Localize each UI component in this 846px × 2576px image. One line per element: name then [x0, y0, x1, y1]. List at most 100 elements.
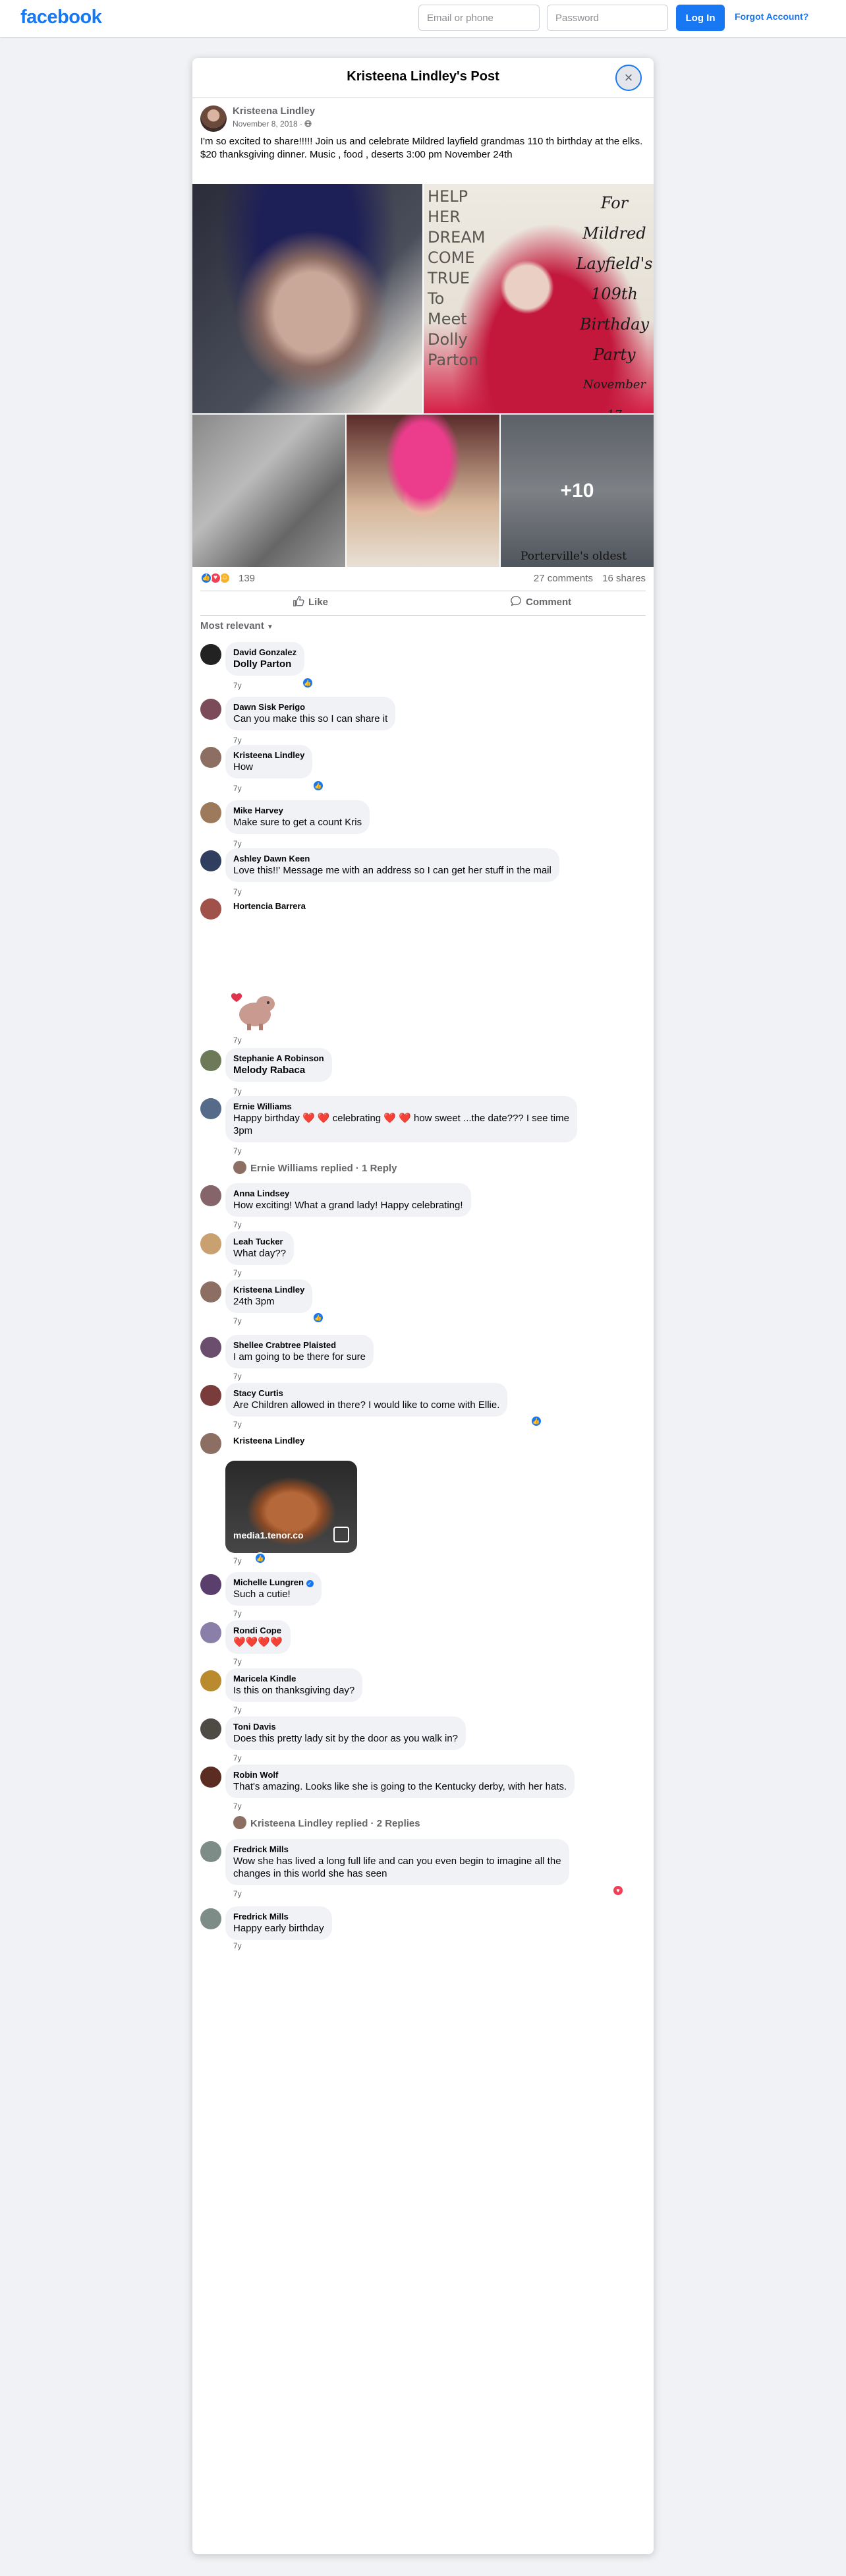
commenter-name[interactable]: Leah Tucker	[233, 1237, 286, 1247]
password-field[interactable]	[547, 5, 668, 31]
commenter-avatar[interactable]	[200, 1337, 221, 1358]
commenter-avatar[interactable]	[200, 644, 221, 665]
commenter-avatar[interactable]	[200, 1050, 221, 1071]
comment-time[interactable]: 7y	[233, 887, 242, 896]
commenter-name[interactable]: Rondi Cope	[233, 1625, 283, 1636]
tagged-name[interactable]: Dolly Parton	[233, 658, 296, 670]
commenter-name[interactable]: Kristeena Lindley	[233, 1285, 304, 1295]
view-replies-link[interactable]: Ernie Williams replied · 1 Reply	[233, 1161, 397, 1174]
commenter-name[interactable]: Anna Lindsey	[233, 1188, 463, 1199]
photo-text-line: For	[600, 194, 629, 212]
comment-time[interactable]: 7y	[233, 1801, 242, 1811]
comment-button[interactable]: Comment	[510, 595, 571, 608]
comment-time[interactable]: 7y	[233, 681, 242, 690]
comment-bubble: Ashley Dawn Keen Love this!!' Message me…	[225, 848, 559, 882]
commenter-avatar[interactable]	[200, 1908, 221, 1929]
comment-time[interactable]: 7y	[233, 1036, 242, 1045]
commenter-avatar[interactable]	[200, 1185, 221, 1206]
comment-time[interactable]: 7y	[233, 736, 242, 745]
commenter-avatar[interactable]	[200, 699, 221, 720]
comment-time[interactable]: 7y	[233, 1420, 242, 1429]
post-date[interactable]: November 8, 2018 ·	[233, 119, 312, 129]
comment-time[interactable]: 7y	[233, 1316, 242, 1326]
commenter-name[interactable]: Dawn Sisk Perigo	[233, 702, 387, 713]
commenter-avatar[interactable]	[200, 1233, 221, 1254]
email-field[interactable]	[418, 5, 540, 31]
comment-time[interactable]: 7y	[233, 1705, 242, 1714]
sticker-image[interactable]	[227, 985, 287, 1032]
commenter-name[interactable]: Maricela Kindle	[233, 1674, 354, 1684]
sort-dropdown[interactable]: Most relevant ▼	[200, 620, 273, 631]
like-button[interactable]: Like	[293, 595, 328, 608]
commenter-avatar[interactable]	[200, 1574, 221, 1595]
commenter-avatar[interactable]	[200, 802, 221, 823]
comment-bubble: Robin Wolf That's amazing. Looks like sh…	[225, 1765, 575, 1798]
login-button[interactable]: Log In	[676, 5, 725, 31]
comment-time[interactable]: 7y	[233, 1146, 242, 1156]
commenter-avatar[interactable]	[200, 1670, 221, 1691]
commenter-name[interactable]: David Gonzalez	[233, 647, 296, 658]
commenter-avatar[interactable]	[200, 1622, 221, 1643]
commenter-name[interactable]: Fredrick Mills	[233, 1912, 324, 1922]
comment-bubble: Maricela Kindle Is this on thanksgiving …	[225, 1668, 363, 1702]
commenter-name[interactable]: Kristeena Lindley	[233, 1436, 304, 1446]
comment-bubble: Leah Tucker What day??	[225, 1231, 295, 1265]
view-replies-link[interactable]: Kristeena Lindley replied · 2 Replies	[233, 1816, 420, 1829]
commenter-name[interactable]: Hortencia Barrera	[233, 901, 306, 912]
close-icon[interactable]: ×	[615, 65, 642, 91]
comments-count[interactable]: 27 comments	[534, 573, 593, 584]
share-icon[interactable]	[333, 1527, 349, 1542]
comment-text: Happy birthday ❤️ ❤️ celebrating ❤️ ❤️ h…	[233, 1113, 569, 1124]
comment-time[interactable]: 7y	[233, 1556, 242, 1566]
photo-1[interactable]	[192, 184, 422, 413]
comment-time[interactable]: 7y	[233, 839, 242, 848]
photo-5[interactable]: Porterville's oldest +10	[501, 415, 654, 567]
commenter-name[interactable]: Stephanie A Robinson	[233, 1053, 324, 1064]
forgot-account-link[interactable]: Forgot Account?	[735, 11, 808, 22]
commenter-avatar[interactable]	[200, 1718, 221, 1740]
comment-time[interactable]: 7y	[233, 784, 242, 793]
comment-time[interactable]: 7y	[233, 1657, 242, 1666]
commenter-avatar[interactable]	[200, 1841, 221, 1862]
shares-count[interactable]: 16 shares	[602, 573, 646, 584]
photo-4[interactable]	[347, 415, 499, 567]
comment-time[interactable]: 7y	[233, 1941, 242, 1950]
comment-time[interactable]: 7y	[233, 1268, 242, 1277]
author-avatar[interactable]	[200, 105, 227, 132]
commenter-avatar[interactable]	[200, 1767, 221, 1788]
commenter-name[interactable]: Mike Harvey	[233, 805, 362, 816]
commenter-name[interactable]: Stacy Curtis	[233, 1388, 499, 1399]
comment-time[interactable]: 7y	[233, 1372, 242, 1381]
commenter-name[interactable]: Kristeena Lindley	[233, 750, 304, 761]
comment-time[interactable]: 7y	[233, 1220, 242, 1229]
commenter-name[interactable]: Fredrick Mills	[233, 1844, 561, 1855]
commenter-avatar[interactable]	[200, 1385, 221, 1406]
commenter-avatar[interactable]	[200, 850, 221, 871]
commenter-name[interactable]: Ashley Dawn Keen	[233, 854, 551, 864]
photo-text-line: To	[428, 289, 445, 308]
commenter-avatar[interactable]	[200, 1281, 221, 1303]
more-photos-overlay[interactable]: +10	[501, 415, 654, 567]
commenter-name[interactable]: Michelle Lungren ✓	[233, 1577, 314, 1588]
post-date-text: November 8, 2018 ·	[233, 119, 305, 129]
comment-bubble: Mike Harvey Make sure to get a count Kri…	[225, 800, 370, 834]
commenter-avatar[interactable]	[200, 1098, 221, 1119]
facebook-logo[interactable]: facebook	[20, 7, 102, 28]
comment-time[interactable]: 7y	[233, 1087, 242, 1096]
comment-time[interactable]: 7y	[233, 1889, 242, 1898]
comment-bubble: Toni Davis Does this pretty lady sit by …	[225, 1716, 466, 1750]
commenter-avatar[interactable]	[200, 898, 221, 920]
commenter-name[interactable]: Robin Wolf	[233, 1770, 567, 1780]
commenter-avatar[interactable]	[200, 747, 221, 768]
comment-time[interactable]: 7y	[233, 1753, 242, 1763]
commenter-name[interactable]: Toni Davis	[233, 1722, 458, 1732]
author-name[interactable]: Kristeena Lindley	[233, 105, 315, 117]
commenter-avatar[interactable]	[200, 1433, 221, 1454]
commenter-name[interactable]: Shellee Crabtree Plaisted	[233, 1340, 366, 1351]
commenter-name[interactable]: Ernie Williams	[233, 1101, 569, 1112]
comment-time[interactable]: 7y	[233, 1609, 242, 1618]
photo-2[interactable]: HELP HER DREAM COME TRUE To Meet Dolly P…	[424, 184, 654, 413]
photo-3[interactable]	[192, 415, 345, 567]
gif-attachment[interactable]: media1.tenor.co	[225, 1461, 357, 1553]
tagged-name[interactable]: Melody Rabaca	[233, 1064, 324, 1076]
